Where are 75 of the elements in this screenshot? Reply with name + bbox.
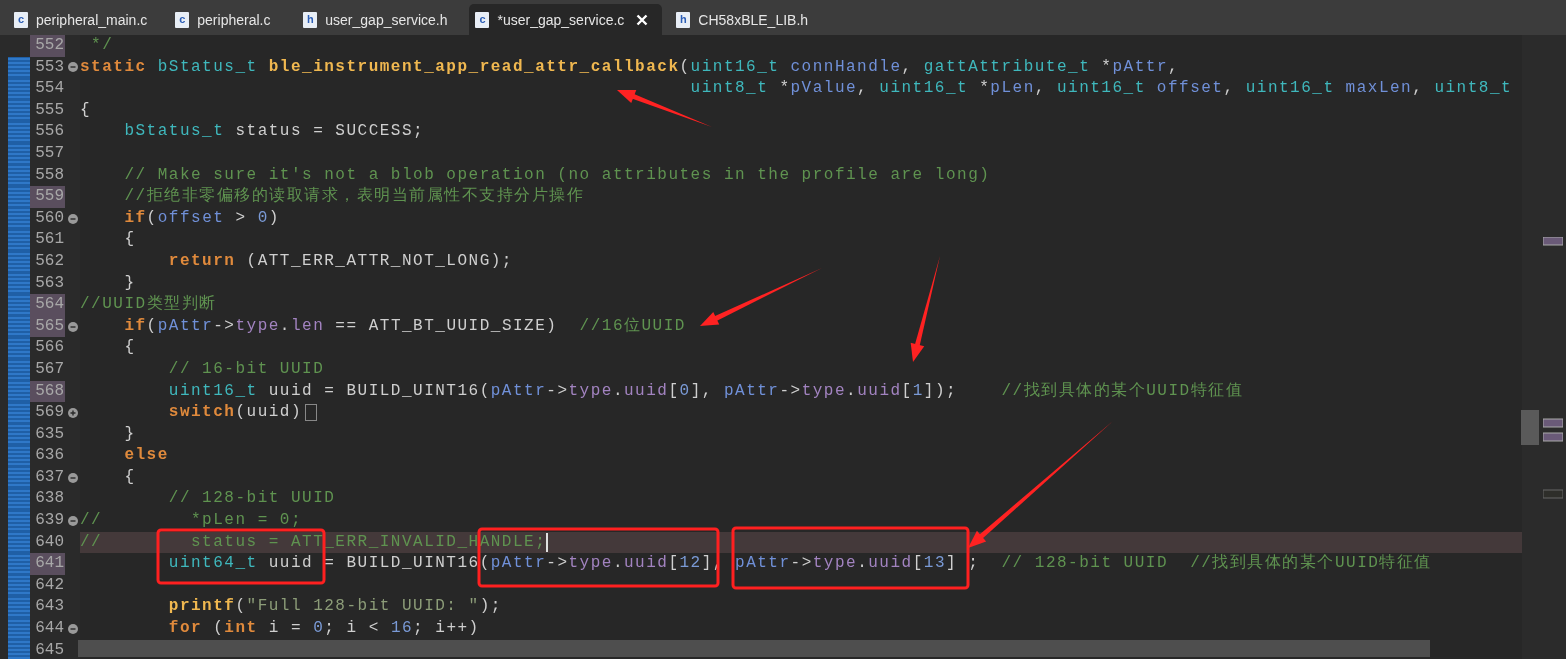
editor-tab[interactable]: c *user_gap_service.c [469,4,663,35]
fold-collapse-icon[interactable] [67,515,78,526]
code-line: switch(uuid) [167,402,303,424]
code-line: { [123,337,136,359]
editor-tab[interactable]: c peripheral_main.c [8,4,162,35]
code-line: static bStatus_t ble_instrument_app_read_attr_callback(uint16_t connHandle, gattAttribute_t *pAttr, [80,56,1180,78]
line-number: 561 [34,229,65,251]
line-number: 644 [34,618,65,640]
fold-collapse-icon[interactable] [67,472,78,483]
line-number: 555 [34,99,65,121]
line-number: 638 [34,488,65,510]
code-line: */ [90,35,114,56]
fold-collapse-icon[interactable] [67,62,78,73]
line-number: 637 [34,466,65,488]
code-line: //UUID类型判断 [80,294,217,316]
fold-collapse-icon[interactable] [67,623,78,634]
line-number: 562 [34,250,65,272]
code-line: for (int i = 0; i < 16; i++) [167,618,480,640]
line-number: 569 [34,402,65,424]
line-number: 566 [34,337,65,359]
line-number: 563 [34,272,65,294]
code-line: else [123,445,169,467]
line-number: 636 [34,445,65,467]
editor-tab[interactable]: c peripheral.c [169,4,290,35]
folded-code-marker[interactable] [305,404,318,422]
line-number: 558 [34,164,65,186]
code-line: // 128-bit UUID [167,488,336,510]
code-line: printf("Full 128-bit UUID: "); [167,596,502,618]
line-number: 553 [34,56,65,78]
line-number: 642 [34,574,65,596]
line-number: 554 [34,78,65,100]
horizontal-scrollbar[interactable] [78,640,1430,657]
code-line: // *pLen = 0; [80,510,303,532]
editor-tab[interactable]: h CH58xBLE_LIB.h [670,4,823,35]
code-line: uint16_t uuid = BUILD_UINT16(pAttr->type.uuid[0], pAttr->type.uuid[1]); //找到具体的某个UUID特征值 [167,380,1244,402]
fold-expand-icon[interactable] [67,407,78,418]
code-line: // 16-bit UUID [167,358,325,380]
line-number: 645 [34,639,65,659]
file-icon: c [14,11,28,28]
fold-collapse-icon[interactable] [67,321,78,332]
file-icon: h [303,11,318,28]
code-line: } [123,423,136,445]
code-line: { [123,229,136,251]
line-number: 635 [34,423,65,445]
code-line: //拒绝非零偏移的读取请求，表明当前属性不支持分片操作 [123,186,585,208]
line-number: 552 [30,35,65,57]
file-icon: c [475,11,490,28]
line-number: 568 [30,380,65,403]
line-number: 564 [30,294,65,316]
text-cursor [546,532,549,552]
line-number: 559 [30,186,65,208]
close-icon[interactable] [636,13,649,26]
line-number: 565 [30,315,65,338]
code-line: if(offset > 0) [123,207,280,229]
scrollbar-thumb[interactable] [1521,410,1539,445]
line-number: 643 [34,596,65,618]
line-number: 641 [30,553,65,575]
line-number: 640 [34,531,65,553]
file-icon: c [175,11,190,28]
line-number: 567 [34,358,65,380]
code-line: { [123,466,136,488]
code-line: bStatus_t status = SUCCESS; [123,121,425,143]
editor-tab[interactable]: h user_gap_service.h [297,4,462,35]
line-number: 560 [34,207,65,229]
code-line: return (ATT_ERR_ATTR_NOT_LONG); [167,250,513,272]
code-line: if(pAttr->type.len == ATT_BT_UUID_SIZE) //16位UUID [123,315,686,337]
file-icon: h [676,11,691,28]
fold-collapse-icon[interactable] [67,213,78,224]
code-line: uint8_t *pValue, uint16_t *pLen, uint16_t offset, uint16_t maxLen, uint8_t [689,78,1513,100]
line-number: 556 [34,121,65,143]
code-line: } [123,272,136,294]
code-line: { [80,99,92,121]
line-number: 557 [34,142,65,164]
line-number: 639 [34,510,65,532]
code-line: // Make sure it's not a blob operation (no attributes in the profile are long) [123,164,991,186]
